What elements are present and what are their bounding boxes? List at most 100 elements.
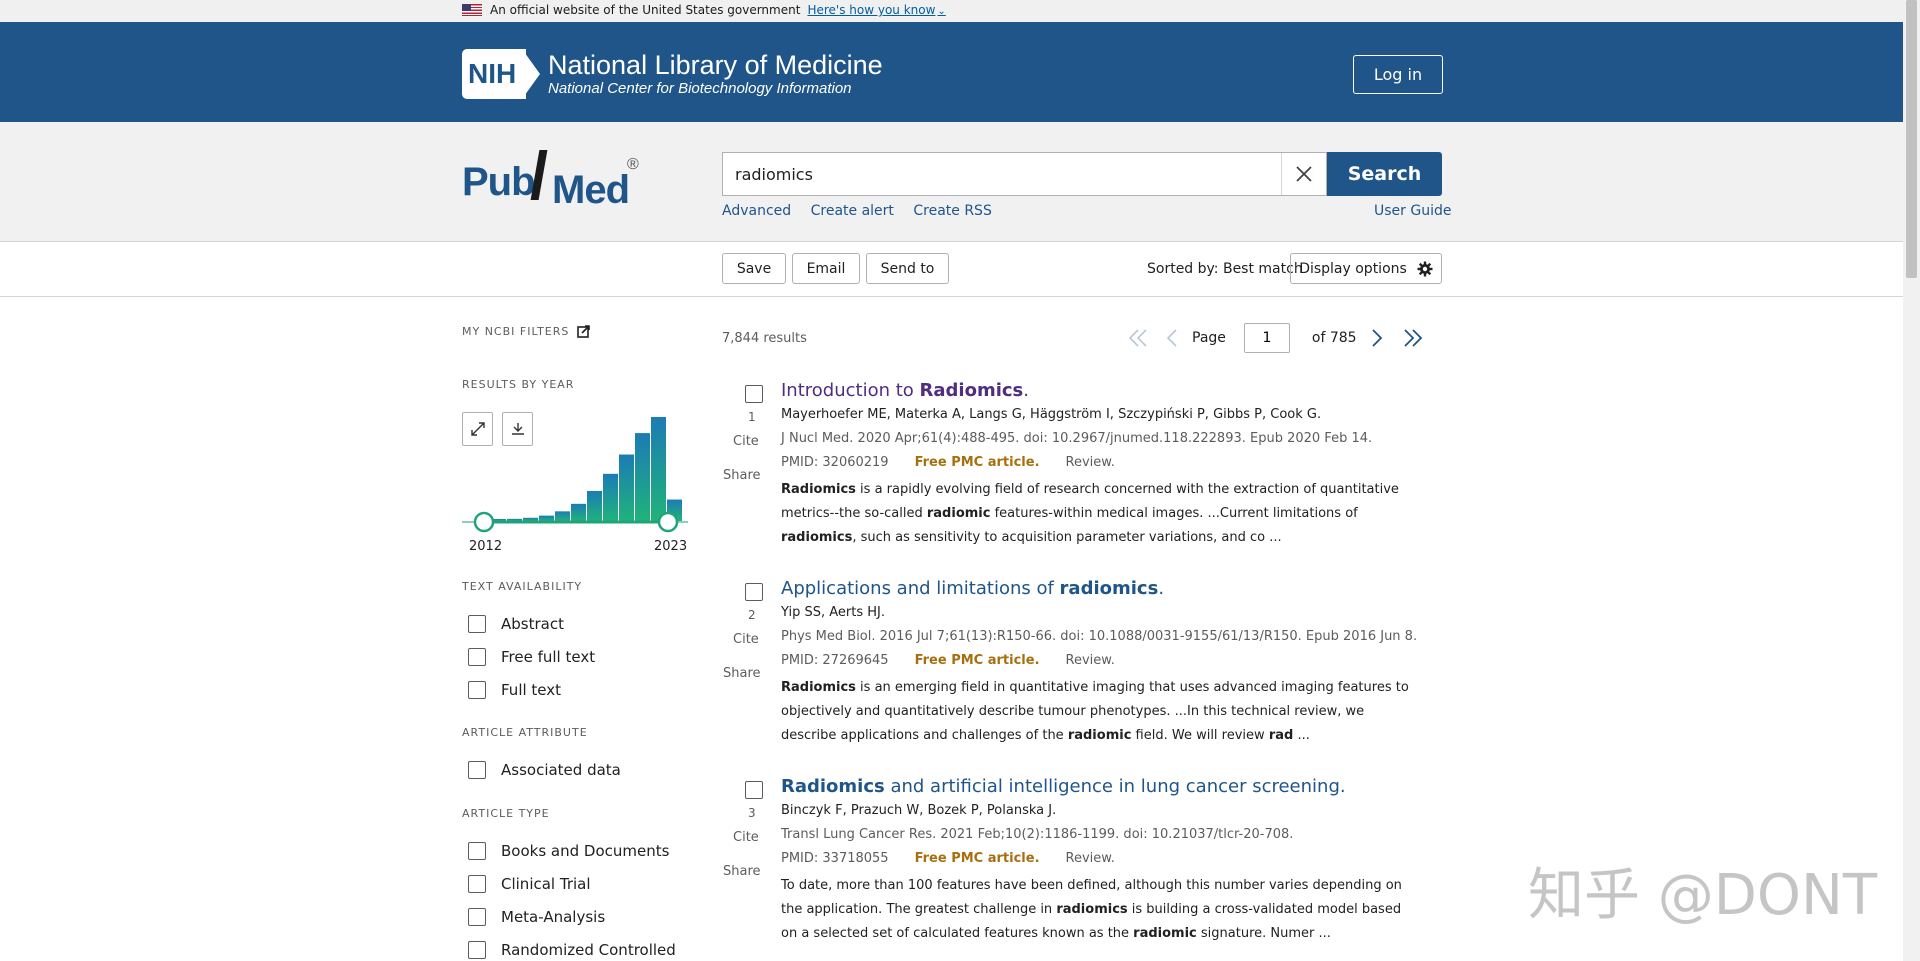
scrollbar-thumb[interactable] — [1906, 0, 1917, 278]
cite-button[interactable]: Cite — [733, 632, 759, 647]
year-end-handle[interactable] — [657, 511, 679, 533]
filter-randomized-controlled[interactable]: Randomized Controlled — [468, 941, 676, 959]
results-by-year-heading: RESULTS BY YEAR — [462, 378, 575, 391]
cite-button[interactable]: Cite — [733, 830, 759, 845]
results-count: 7,844 results — [722, 331, 807, 346]
checkbox[interactable] — [468, 875, 486, 893]
free-pmc-badge: Free PMC article. — [914, 455, 1040, 470]
results-by-year-chart[interactable] — [462, 408, 702, 558]
first-page-button[interactable] — [1128, 328, 1148, 348]
year-bar-2016[interactable] — [555, 511, 570, 521]
checkbox[interactable] — [468, 941, 486, 959]
filter-meta-analysis[interactable]: Meta-Analysis — [468, 908, 605, 926]
filter-books-documents[interactable]: Books and Documents — [468, 842, 669, 860]
pagination: Page of 785 — [1128, 323, 1423, 353]
nlm-logo[interactable]: NIH National Library of Medicine Nationa… — [462, 49, 883, 99]
review-badge: Review. — [1065, 851, 1115, 866]
last-page-button[interactable] — [1403, 328, 1423, 348]
search-result-1: 1 Cite Share Introduction to Radiomics. … — [722, 380, 1442, 573]
pubmed-page: An official website of the United States… — [0, 0, 1920, 961]
year-bar-2018[interactable] — [587, 490, 602, 521]
result-title-link[interactable]: Radiomics and artificial intelligence in… — [781, 776, 1346, 797]
page-number-input[interactable] — [1243, 323, 1290, 353]
login-button[interactable]: Log in — [1353, 55, 1443, 94]
search-button[interactable]: Search — [1327, 152, 1442, 196]
result-authors: Yip SS, Aerts HJ. — [781, 605, 885, 620]
year-bar-2022[interactable] — [651, 417, 666, 521]
checkbox[interactable] — [468, 908, 486, 926]
send-to-button[interactable]: Send to — [866, 253, 949, 284]
year-bar-2019[interactable] — [603, 473, 618, 521]
display-options-button[interactable]: Display options — [1290, 253, 1442, 284]
filters-sidebar: MY NCBI FILTERS RESULTS BY YEAR 2012 202… — [462, 298, 702, 961]
free-pmc-badge: Free PMC article. — [914, 653, 1040, 668]
year-bar-2021[interactable] — [635, 433, 650, 521]
page-scrollbar[interactable] — [1903, 0, 1920, 961]
filter-free-full-text[interactable]: Free full text — [468, 648, 595, 666]
year-start-label: 2012 — [469, 539, 503, 554]
result-authors: Mayerhoefer ME, Materka A, Langs G, Hägg… — [781, 407, 1322, 422]
text-availability-heading: TEXT AVAILABILITY — [462, 580, 583, 593]
ncbi-subtitle: National Center for Biotechnology Inform… — [548, 80, 852, 97]
next-page-button[interactable] — [1371, 328, 1383, 348]
nih-logo-icon: NIH — [462, 49, 540, 99]
result-title-link[interactable]: Applications and limitations of radiomic… — [781, 578, 1164, 599]
gear-icon — [1417, 261, 1433, 276]
gov-banner: An official website of the United States… — [0, 0, 1920, 22]
article-attribute-heading: ARTICLE ATTRIBUTE — [462, 726, 588, 739]
prev-page-button[interactable] — [1166, 328, 1178, 348]
my-ncbi-filters[interactable]: MY NCBI FILTERS — [462, 325, 591, 338]
year-bar-2017[interactable] — [571, 503, 586, 521]
share-button[interactable]: Share — [723, 666, 761, 681]
result-number: 3 — [748, 806, 756, 820]
close-icon — [1296, 166, 1312, 182]
save-button[interactable]: Save — [722, 253, 786, 284]
result-pmid: PMID: 27269645 — [781, 653, 889, 668]
review-badge: Review. — [1065, 455, 1115, 470]
result-checkbox[interactable] — [745, 385, 763, 403]
checkbox[interactable] — [468, 615, 486, 633]
us-flag-icon — [462, 4, 482, 16]
search-links: Advanced Create alert Create RSS — [722, 203, 1007, 219]
filter-clinical-trial[interactable]: Clinical Trial — [468, 875, 591, 893]
display-options-label: Display options — [1299, 260, 1407, 277]
checkbox[interactable] — [468, 761, 486, 779]
advanced-link[interactable]: Advanced — [722, 203, 791, 219]
result-title-link[interactable]: Introduction to Radiomics. — [781, 380, 1029, 401]
result-snippet: Radiomics is an emerging field in quanti… — [781, 680, 1409, 743]
share-button[interactable]: Share — [723, 468, 761, 483]
create-alert-link[interactable]: Create alert — [811, 203, 894, 219]
share-button[interactable]: Share — [723, 864, 761, 879]
result-checkbox[interactable] — [745, 583, 763, 601]
create-rss-link[interactable]: Create RSS — [913, 203, 991, 219]
year-start-handle[interactable] — [473, 511, 495, 533]
email-button[interactable]: Email — [792, 253, 860, 284]
result-checkbox[interactable] — [745, 781, 763, 799]
user-guide-link[interactable]: User Guide — [1374, 203, 1451, 219]
result-meta: PMID: 33718055 Free PMC article. Review. — [781, 851, 1115, 866]
checkbox[interactable] — [468, 681, 486, 699]
result-pmid: PMID: 33718055 — [781, 851, 889, 866]
search-input[interactable] — [723, 153, 1283, 195]
gov-banner-link[interactable]: Here's how you know ⌄ — [807, 3, 945, 17]
nlm-title: National Library of Medicine — [548, 50, 883, 80]
cite-button[interactable]: Cite — [733, 434, 759, 449]
nih-header: NIH National Library of Medicine Nationa… — [0, 22, 1920, 122]
chevron-down-icon: ⌄ — [937, 6, 946, 17]
pubmed-logo[interactable]: Pub Med ® — [462, 150, 642, 212]
filter-full-text[interactable]: Full text — [468, 681, 561, 699]
filter-abstract[interactable]: Abstract — [468, 615, 564, 633]
checkbox[interactable] — [468, 648, 486, 666]
result-authors: Binczyk F, Prazuch W, Bozek P, Polanska … — [781, 803, 1057, 818]
result-snippet: To date, more than 100 features have bee… — [781, 878, 1402, 941]
clear-search-button[interactable] — [1281, 153, 1326, 195]
filter-associated-data[interactable]: Associated data — [468, 761, 621, 779]
result-number: 2 — [748, 608, 756, 622]
result-meta: PMID: 32060219 Free PMC article. Review. — [781, 455, 1115, 470]
checkbox[interactable] — [468, 842, 486, 860]
year-end-label: 2023 — [654, 539, 688, 554]
result-pmid: PMID: 32060219 — [781, 455, 889, 470]
search-result-3: 3 Cite Share Radiomics and artificial in… — [722, 776, 1442, 961]
year-bar-2015[interactable] — [539, 515, 554, 521]
year-bar-2020[interactable] — [619, 454, 634, 521]
